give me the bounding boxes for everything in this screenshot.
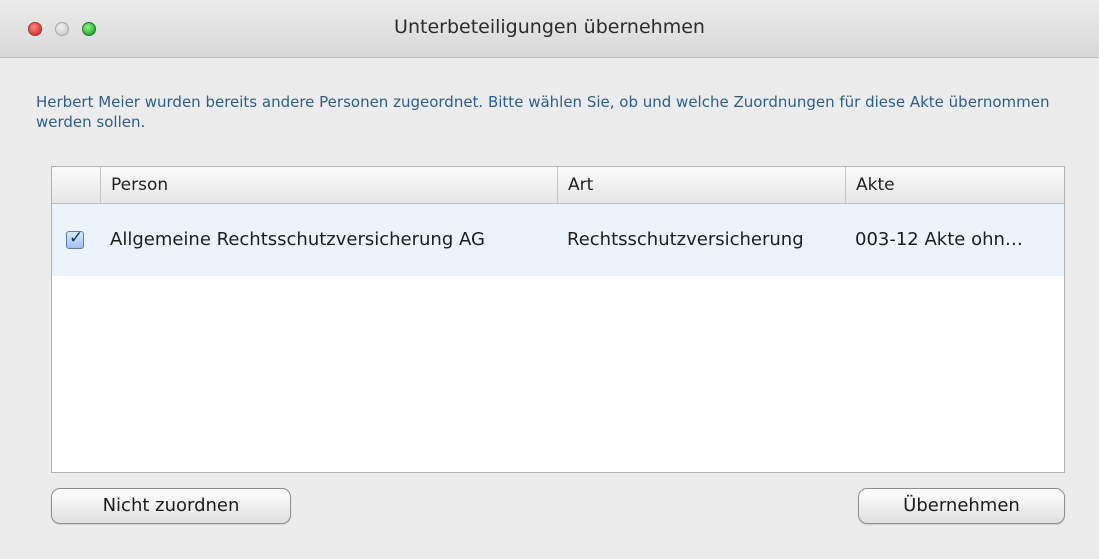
column-header-checkbox[interactable] — [52, 167, 100, 203]
cell-person: Allgemeine Rechtsschutzversicherung AG — [110, 229, 485, 250]
checkmark-icon: ✓ — [69, 228, 84, 248]
uebernehmen-button[interactable]: Übernehmen — [858, 488, 1065, 524]
nicht-zuordnen-button[interactable]: Nicht zuordnen — [51, 488, 291, 524]
column-header-akte[interactable]: Akte — [845, 167, 1064, 203]
table-header: Person Art Akte — [52, 167, 1064, 204]
title-bar: Unterbeteiligungen übernehmen — [0, 0, 1099, 58]
table-row[interactable]: ✓ Allgemeine Rechtsschutzversicherung AG… — [52, 204, 1064, 276]
column-header-art[interactable]: Art — [557, 167, 845, 203]
info-message: Herbert Meier wurden bereits andere Pers… — [36, 93, 1050, 131]
cell-akte: 003-12 Akte ohn… — [855, 229, 1023, 250]
window-title: Unterbeteiligungen übernehmen — [394, 16, 705, 38]
column-header-person[interactable]: Person — [100, 167, 557, 203]
cell-art: Rechtsschutzversicherung — [567, 229, 804, 250]
assignments-table: Person Art Akte ✓ Allgemeine Rechtsschut… — [51, 166, 1065, 473]
row-checkbox[interactable]: ✓ — [66, 228, 84, 249]
